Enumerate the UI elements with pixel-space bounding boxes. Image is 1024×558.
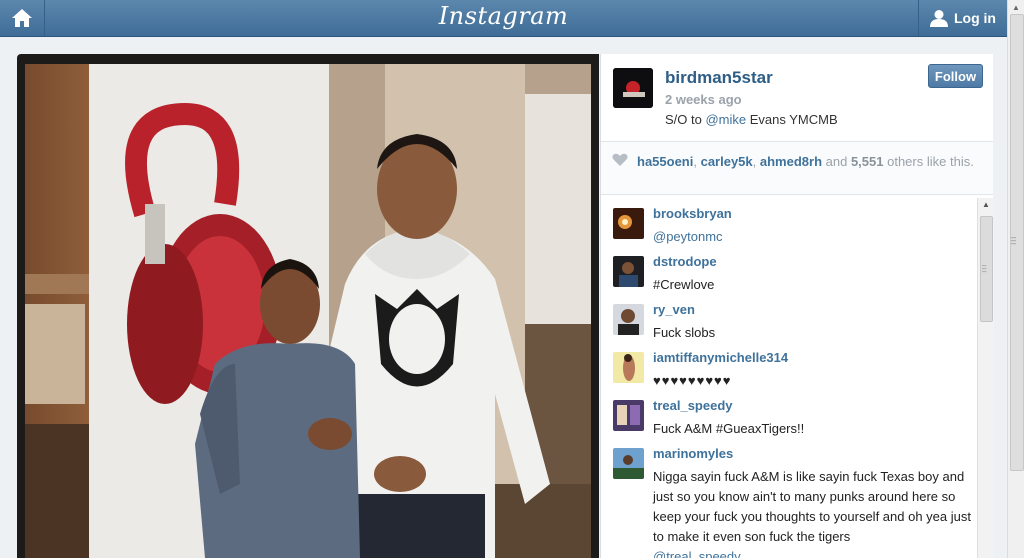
like-others-text: others like this. bbox=[883, 154, 974, 169]
comments-scrollbar[interactable]: ▲ – – – bbox=[977, 198, 994, 558]
instagram-logo[interactable]: Instagram bbox=[0, 2, 1007, 30]
like-user-link[interactable]: carley5k bbox=[701, 154, 753, 169]
comment-avatar[interactable] bbox=[613, 352, 644, 383]
login-button[interactable]: Log in bbox=[918, 0, 1007, 36]
comment-avatar-image bbox=[613, 400, 644, 431]
comment-username[interactable]: brooksbryan bbox=[653, 206, 732, 221]
comment-avatar-image bbox=[613, 256, 644, 287]
comment-username[interactable]: iamtiffanymichelle314 bbox=[653, 350, 788, 365]
post-details-panel: birdman5star 2 weeks ago S/O to @mike Ev… bbox=[600, 54, 994, 558]
post-photo[interactable] bbox=[25, 64, 591, 558]
avatar[interactable] bbox=[613, 68, 653, 108]
top-navigation-bar: Instagram Log in bbox=[0, 0, 1007, 37]
scroll-up-arrow-icon[interactable]: ▲ bbox=[982, 200, 990, 209]
post-caption: S/O to @mike Evans YMCMB bbox=[665, 112, 838, 127]
comments-list[interactable]: brooksbryan @peytonmc dstrodope #Crewlov… bbox=[601, 198, 977, 558]
likes-section: ha55oeni, carley5k, ahmed8rh and 5,551 o… bbox=[601, 142, 993, 195]
comment-avatar-image bbox=[613, 208, 644, 239]
likes-text: ha55oeni, carley5k, ahmed8rh and 5,551 o… bbox=[637, 153, 982, 170]
comment-avatar[interactable] bbox=[613, 400, 644, 431]
comment-username[interactable]: dstrodope bbox=[653, 254, 717, 269]
comment-username[interactable]: ry_ven bbox=[653, 302, 695, 317]
post-timestamp: 2 weeks ago bbox=[665, 92, 742, 107]
like-separator: , bbox=[752, 154, 760, 169]
post-header: birdman5star 2 weeks ago S/O to @mike Ev… bbox=[601, 54, 993, 142]
comment-mention-link[interactable]: @treal_speedy bbox=[653, 549, 741, 558]
like-separator: , bbox=[693, 154, 701, 169]
caption-mention-link[interactable]: @mike bbox=[705, 112, 746, 127]
like-user-link[interactable]: ha55oeni bbox=[637, 154, 693, 169]
post-username[interactable]: birdman5star bbox=[665, 68, 773, 88]
comment-text: Nigga sayin fuck A&M is like sayin fuck … bbox=[653, 467, 973, 558]
like-and-text: and bbox=[822, 154, 851, 169]
login-label: Log in bbox=[954, 10, 996, 26]
user-icon bbox=[930, 10, 948, 27]
scroll-grip-icon: – – – bbox=[1011, 232, 1017, 248]
comment-username[interactable]: treal_speedy bbox=[653, 398, 733, 413]
comment-mention-link[interactable]: @peytonmc bbox=[653, 229, 723, 244]
photo-frame bbox=[17, 54, 599, 558]
comment-body: Nigga sayin fuck A&M is like sayin fuck … bbox=[653, 469, 971, 544]
comment-username[interactable]: marinomyles bbox=[653, 446, 733, 461]
comment-text: @peytonmc bbox=[653, 227, 973, 247]
avatar-image bbox=[613, 68, 653, 108]
comment-avatar[interactable] bbox=[613, 448, 644, 479]
follow-button[interactable]: Follow bbox=[928, 64, 983, 88]
caption-suffix: Evans YMCMB bbox=[746, 112, 838, 127]
comment-avatar-image bbox=[613, 352, 644, 383]
scroll-up-arrow-icon[interactable]: ▲ bbox=[1012, 3, 1020, 12]
heart-icon[interactable] bbox=[612, 153, 628, 167]
comment-text: Fuck A&M #GueaxTigers!! bbox=[653, 421, 805, 436]
like-count[interactable]: 5,551 bbox=[851, 154, 884, 169]
comment-text: #Crewlove bbox=[653, 277, 715, 292]
comment-avatar-image bbox=[613, 448, 644, 479]
comment-avatar-image bbox=[613, 304, 644, 335]
comment-text: Fuck slobs bbox=[653, 325, 716, 340]
scroll-grip-icon: – – – bbox=[982, 261, 987, 276]
comment-text: ♥♥♥♥♥♥♥♥♥ bbox=[653, 373, 732, 388]
photo-illustration bbox=[25, 64, 591, 558]
caption-prefix: S/O to bbox=[665, 112, 706, 127]
comment-avatar[interactable] bbox=[613, 304, 644, 335]
comment-avatar[interactable] bbox=[613, 208, 644, 239]
page-scrollbar[interactable]: ▲ – – – bbox=[1007, 0, 1024, 558]
like-user-link[interactable]: ahmed8rh bbox=[760, 154, 822, 169]
comment-avatar[interactable] bbox=[613, 256, 644, 287]
